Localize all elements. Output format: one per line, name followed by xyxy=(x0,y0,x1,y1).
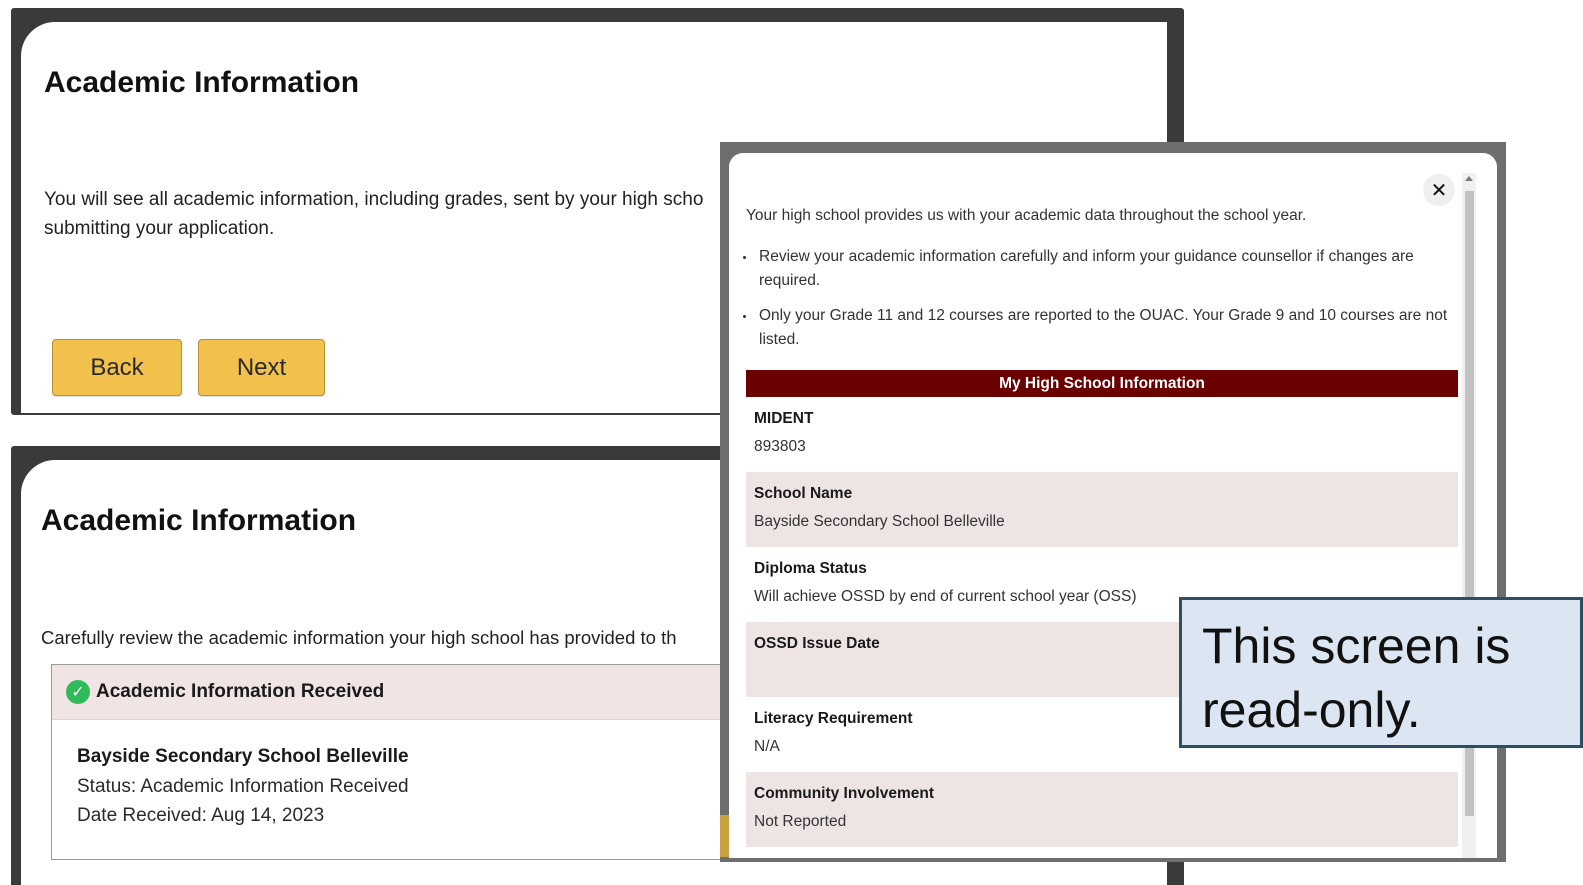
row-label: Community Involvement xyxy=(754,785,934,802)
callout-line-1: This screen is xyxy=(1202,618,1511,674)
bullet-text: Review your academic information careful… xyxy=(759,248,1414,289)
row-label: MIDENT xyxy=(754,410,814,427)
list-item: Review your academic information careful… xyxy=(741,245,1453,293)
info-row-community: Community Involvement Not Reported xyxy=(746,772,1458,847)
review-paragraph: Carefully review the academic informatio… xyxy=(41,627,677,648)
page-title: Academic Information xyxy=(41,504,357,537)
intro-line-2: submitting your application. xyxy=(44,218,275,239)
info-row-mident: MIDENT 893803 xyxy=(746,397,1458,472)
row-value: Bayside Secondary School Belleville xyxy=(754,513,1005,530)
row-value: 893803 xyxy=(754,438,806,455)
bullet-icon xyxy=(743,315,746,318)
row-value: Not Reported xyxy=(754,813,847,830)
table-title: My High School Information xyxy=(746,370,1458,397)
read-only-callout: This screen is read-only. xyxy=(1179,597,1583,748)
background-button-fragment xyxy=(720,815,729,857)
bullet-text: Only your Grade 11 and 12 courses are re… xyxy=(759,307,1448,348)
next-button[interactable]: Next xyxy=(198,339,325,396)
row-label: Diploma Status xyxy=(754,560,867,577)
back-button[interactable]: Back xyxy=(52,339,182,396)
modal-scrollbar[interactable] xyxy=(1462,173,1476,858)
list-item: Only your Grade 11 and 12 courses are re… xyxy=(741,304,1453,352)
callout-line-2: read-only. xyxy=(1202,682,1421,738)
received-header-label: Academic Information Received xyxy=(96,681,385,702)
scroll-up-icon[interactable] xyxy=(1465,176,1473,181)
intro-line-1: You will see all academic information, i… xyxy=(44,189,704,210)
bullet-icon xyxy=(743,256,746,259)
check-circle-icon: ✓ xyxy=(66,680,90,704)
info-row-school-name: School Name Bayside Secondary School Bel… xyxy=(746,472,1458,547)
close-icon[interactable]: ✕ xyxy=(1423,174,1455,206)
page-title: Academic Information xyxy=(44,66,360,99)
high-school-info-modal: ✕ Your high school provides us with your… xyxy=(729,153,1497,858)
row-label: School Name xyxy=(754,485,853,502)
modal-intro: Your high school provides us with your a… xyxy=(746,207,1307,224)
modal-bullet-list: Review your academic information careful… xyxy=(741,245,1453,363)
